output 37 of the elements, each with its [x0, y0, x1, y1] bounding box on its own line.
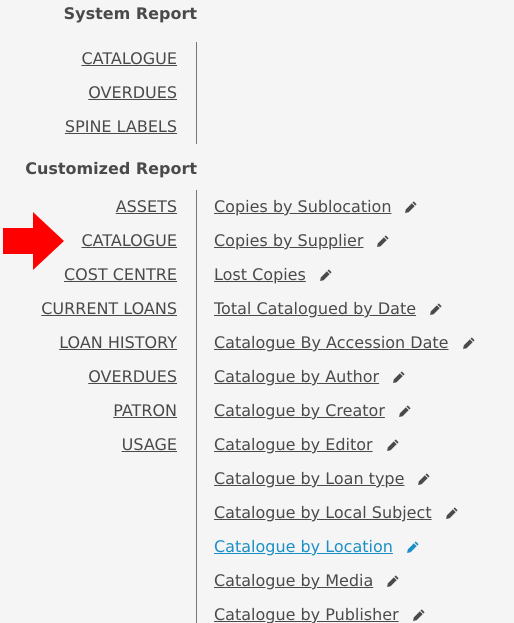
pencil-icon[interactable]: [428, 302, 444, 316]
pencil-icon[interactable]: [460, 336, 476, 350]
report-link[interactable]: Catalogue by Creator: [214, 399, 385, 423]
report-link[interactable]: Catalogue by Local Subject: [214, 501, 432, 525]
section-heading: Customized Report: [25, 159, 197, 178]
report-link[interactable]: Catalogue by Author: [214, 365, 380, 389]
category-link[interactable]: CATALOGUE: [81, 47, 177, 71]
report-link[interactable]: Catalogue by Media: [214, 569, 374, 593]
category-link[interactable]: COST CENTRE: [64, 263, 177, 287]
report-link[interactable]: Copies by Supplier: [214, 229, 364, 253]
pencil-icon[interactable]: [416, 472, 432, 486]
report-link[interactable]: Catalogue by Publisher: [214, 603, 399, 623]
pencil-icon[interactable]: [403, 200, 418, 214]
report-link[interactable]: Catalogue by Loan type: [214, 467, 404, 491]
report-link[interactable]: Catalogue By Accession Date: [214, 331, 449, 355]
pencil-icon[interactable]: [396, 404, 412, 418]
category-link[interactable]: CATALOGUE: [81, 229, 177, 253]
pencil-icon[interactable]: [318, 268, 333, 282]
category-link[interactable]: ASSETS: [116, 195, 177, 219]
report-link[interactable]: Copies by Sublocation: [214, 195, 392, 219]
pencil-icon[interactable]: [384, 438, 400, 452]
pencil-icon[interactable]: [444, 506, 459, 520]
section-heading: System Report: [64, 4, 197, 23]
pencil-icon[interactable]: [391, 370, 406, 384]
report-link[interactable]: Total Catalogued by Date: [214, 297, 416, 321]
category-link[interactable]: USAGE: [122, 433, 177, 457]
category-link[interactable]: OVERDUES: [88, 81, 177, 105]
pencil-icon[interactable]: [410, 608, 426, 622]
category-link[interactable]: LOAN HISTORY: [59, 331, 177, 355]
category-link[interactable]: OVERDUES: [88, 365, 177, 389]
report-link[interactable]: Lost Copies: [214, 263, 306, 287]
category-link[interactable]: CURRENT LOANS: [41, 297, 177, 321]
pencil-icon[interactable]: [385, 574, 400, 588]
category-link[interactable]: SPINE LABELS: [64, 115, 177, 139]
category-link[interactable]: PATRON: [113, 399, 177, 423]
report-link[interactable]: Catalogue by Editor: [214, 433, 373, 457]
pencil-icon[interactable]: [375, 234, 390, 248]
